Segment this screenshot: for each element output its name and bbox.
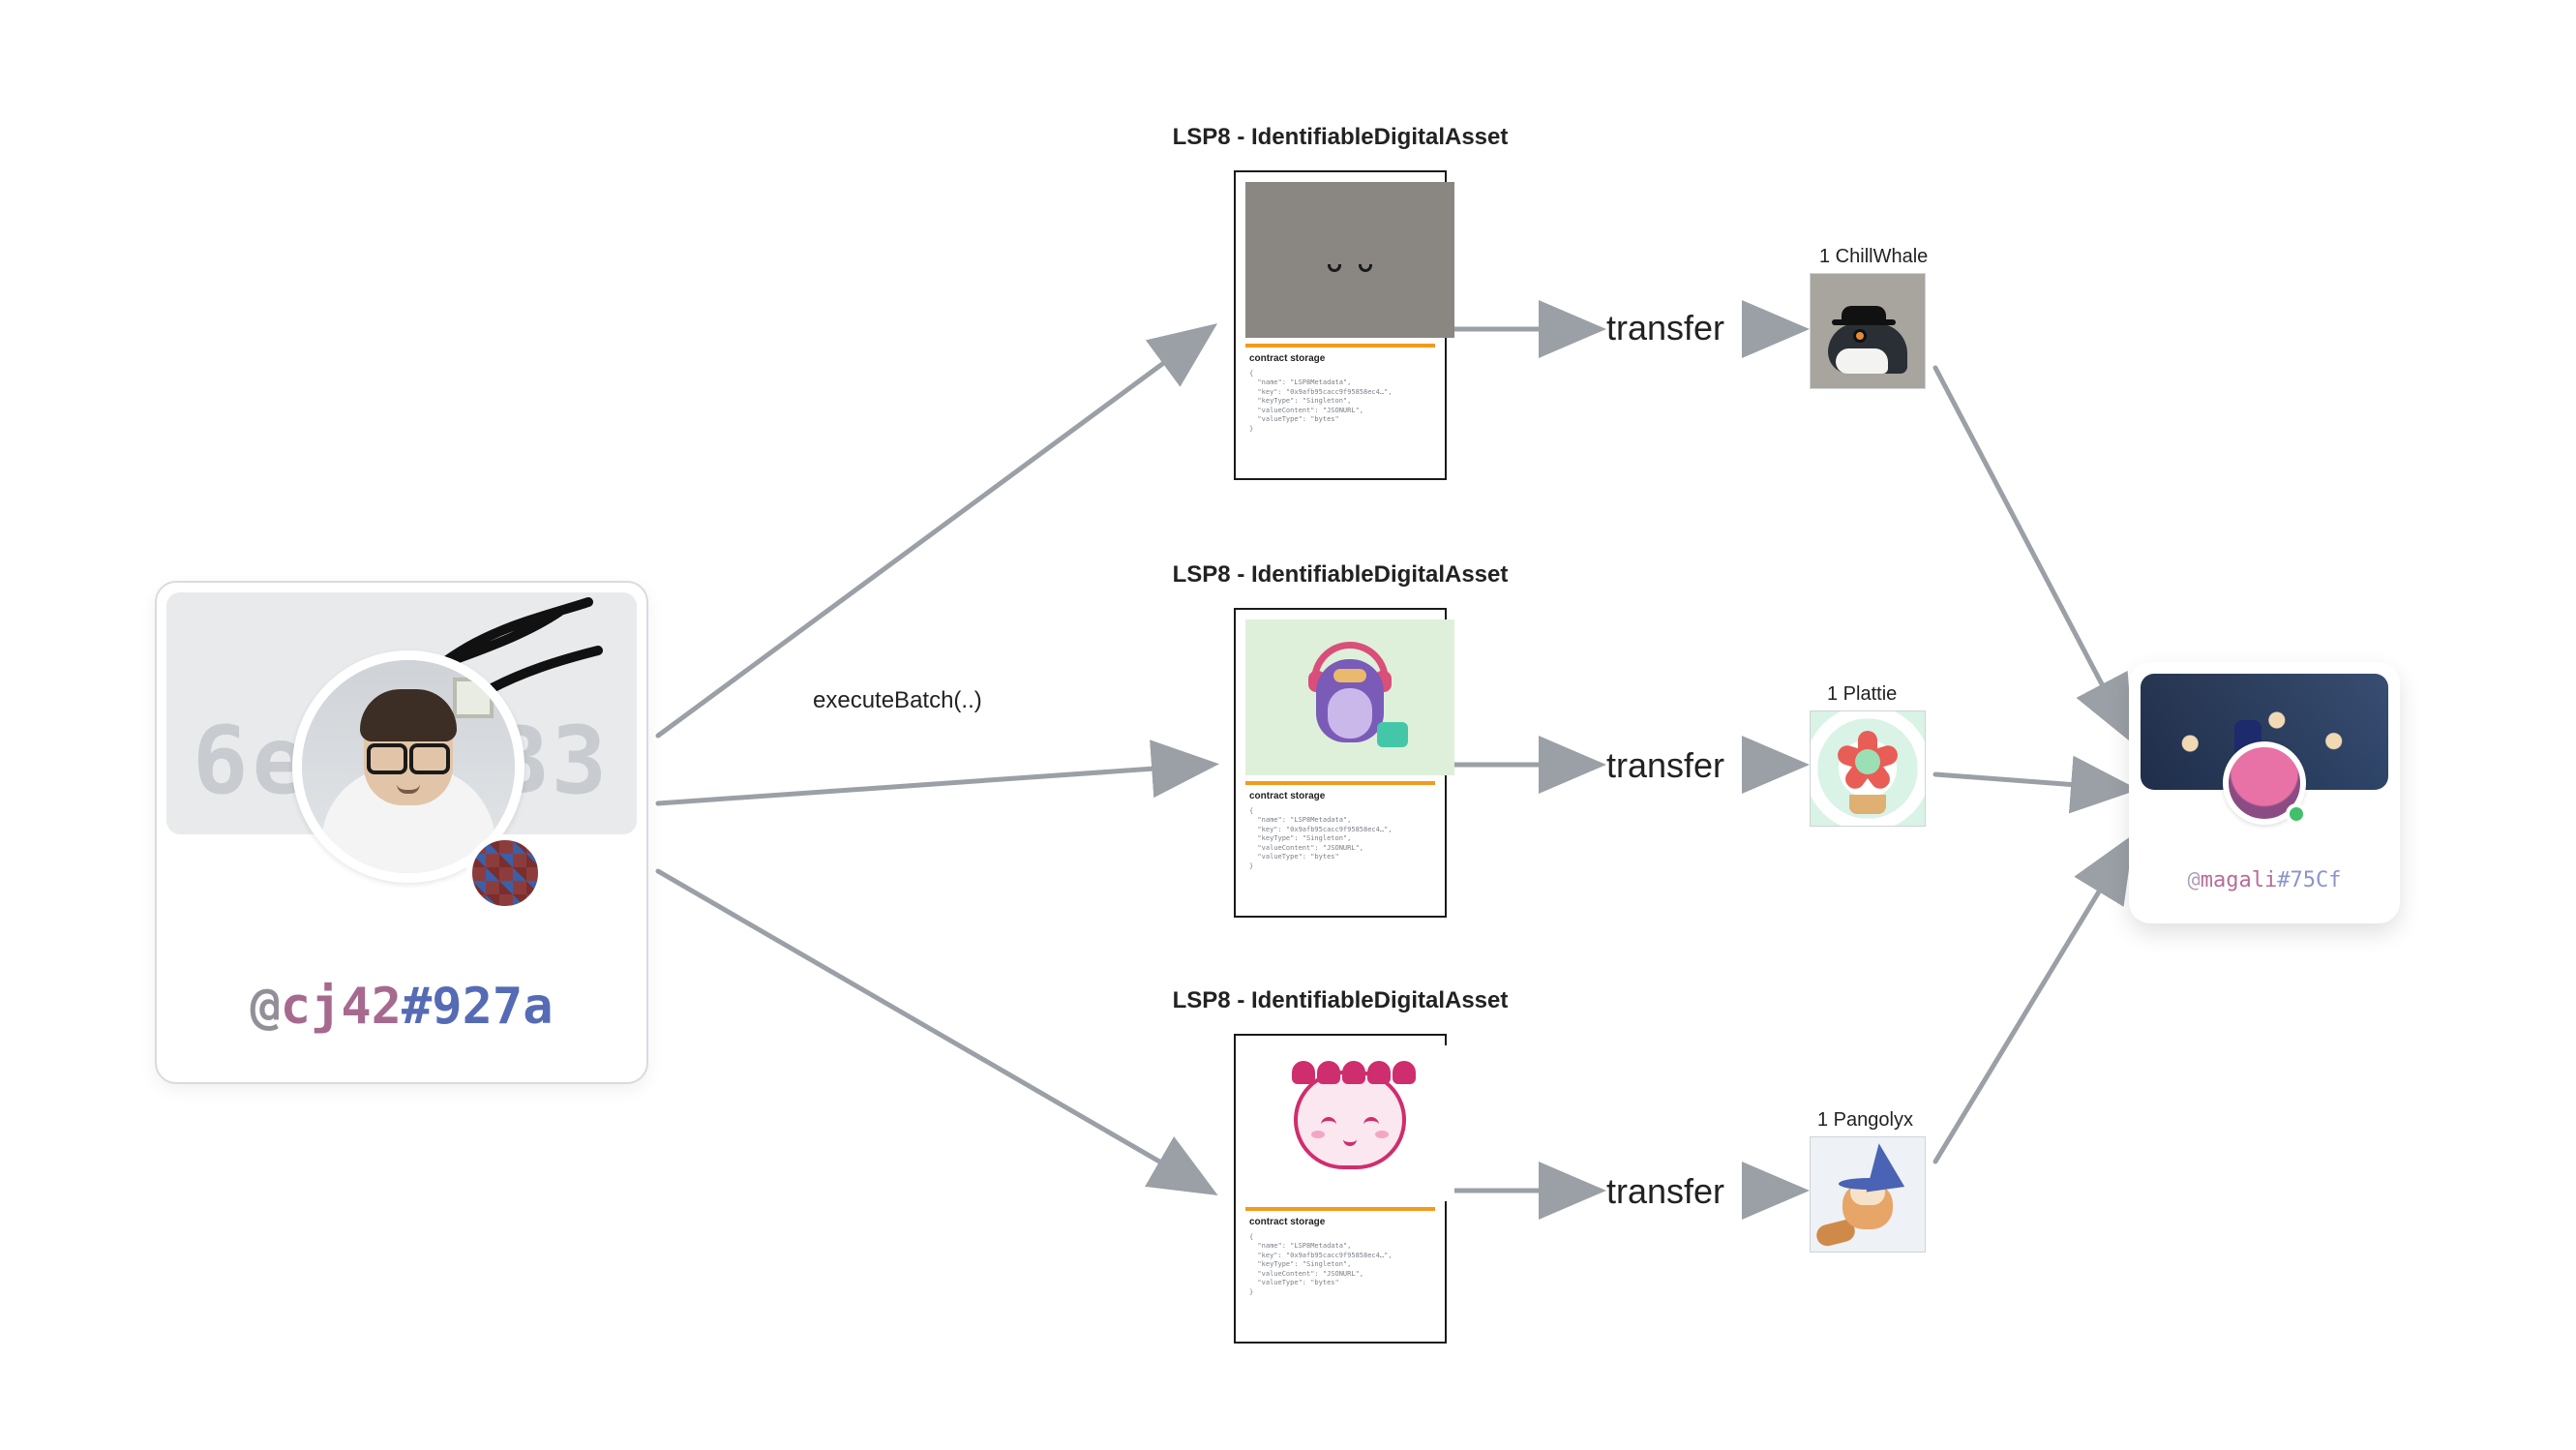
handle-name: magali: [2201, 868, 2277, 892]
execute-batch-label: executeBatch(..): [813, 687, 982, 714]
nft-caption-3: 1 Pangolyx: [1817, 1109, 1913, 1132]
sender-identicon-badge: [466, 834, 544, 912]
asset-block-1: LSP8 - IdentifiableDigitalAsset contract…: [1123, 124, 1558, 480]
nft-caption-1: 1 ChillWhale: [1819, 246, 1928, 268]
asset-storage: contract storage { "name": "LSP8Metadata…: [1245, 1207, 1435, 1332]
nft-thumb-plattie: [1810, 710, 1926, 827]
storage-label: contract storage: [1249, 353, 1431, 364]
asset-artwork-pangolyx: [1245, 1045, 1454, 1201]
asset-artwork-chillwhale: [1245, 182, 1454, 338]
handle-hash: #927a: [402, 978, 554, 1036]
diagram-root: 6ee /B3 @cj42#927a executeBatch(..) LSP8…: [0, 0, 2576, 1450]
nft-thumb-chillwhale: [1810, 273, 1926, 389]
asset-card: contract storage { "name": "LSP8Metadata…: [1234, 608, 1447, 918]
transfer-label-1: transfer: [1606, 308, 1724, 348]
storage-label: contract storage: [1249, 791, 1431, 801]
handle-name: cj42: [281, 978, 402, 1036]
asset-title: LSP8 - IdentifiableDigitalAsset: [1123, 987, 1558, 1014]
asset-title: LSP8 - IdentifiableDigitalAsset: [1123, 561, 1558, 589]
asset-block-2: LSP8 - IdentifiableDigitalAsset contract…: [1123, 561, 1558, 918]
asset-artwork-plattie: [1245, 619, 1454, 775]
nft-caption-2: 1 Plattie: [1827, 683, 1897, 706]
recipient-status-dot: [2286, 803, 2307, 825]
transfer-label-2: transfer: [1606, 745, 1724, 786]
asset-storage: contract storage { "name": "LSP8Metadata…: [1245, 344, 1435, 468]
nft-thumb-pangolyx: [1810, 1136, 1926, 1253]
recipient-profile-card: @magali#75Cf: [2129, 662, 2400, 923]
asset-block-3: LSP8 - IdentifiableDigitalAsset contract…: [1123, 987, 1558, 1344]
handle-at: @: [2188, 868, 2201, 892]
sender-handle: @cj42#927a: [157, 978, 646, 1036]
storage-json: { "name": "LSP8Metadata", "key": "0x9afb…: [1249, 807, 1431, 871]
asset-card: contract storage { "name": "LSP8Metadata…: [1234, 170, 1447, 480]
asset-title: LSP8 - IdentifiableDigitalAsset: [1123, 124, 1558, 151]
recipient-handle: @magali#75Cf: [2129, 868, 2400, 892]
handle-hash: #75Cf: [2277, 868, 2341, 892]
storage-label: contract storage: [1249, 1217, 1431, 1227]
storage-json: { "name": "LSP8Metadata", "key": "0x9afb…: [1249, 1233, 1431, 1297]
asset-card: contract storage { "name": "LSP8Metadata…: [1234, 1034, 1447, 1344]
sender-profile-card: 6ee /B3 @cj42#927a: [155, 581, 648, 1084]
transfer-label-3: transfer: [1606, 1171, 1724, 1212]
asset-storage: contract storage { "name": "LSP8Metadata…: [1245, 781, 1435, 906]
storage-json: { "name": "LSP8Metadata", "key": "0x9afb…: [1249, 370, 1431, 434]
handle-at: @: [250, 978, 280, 1036]
